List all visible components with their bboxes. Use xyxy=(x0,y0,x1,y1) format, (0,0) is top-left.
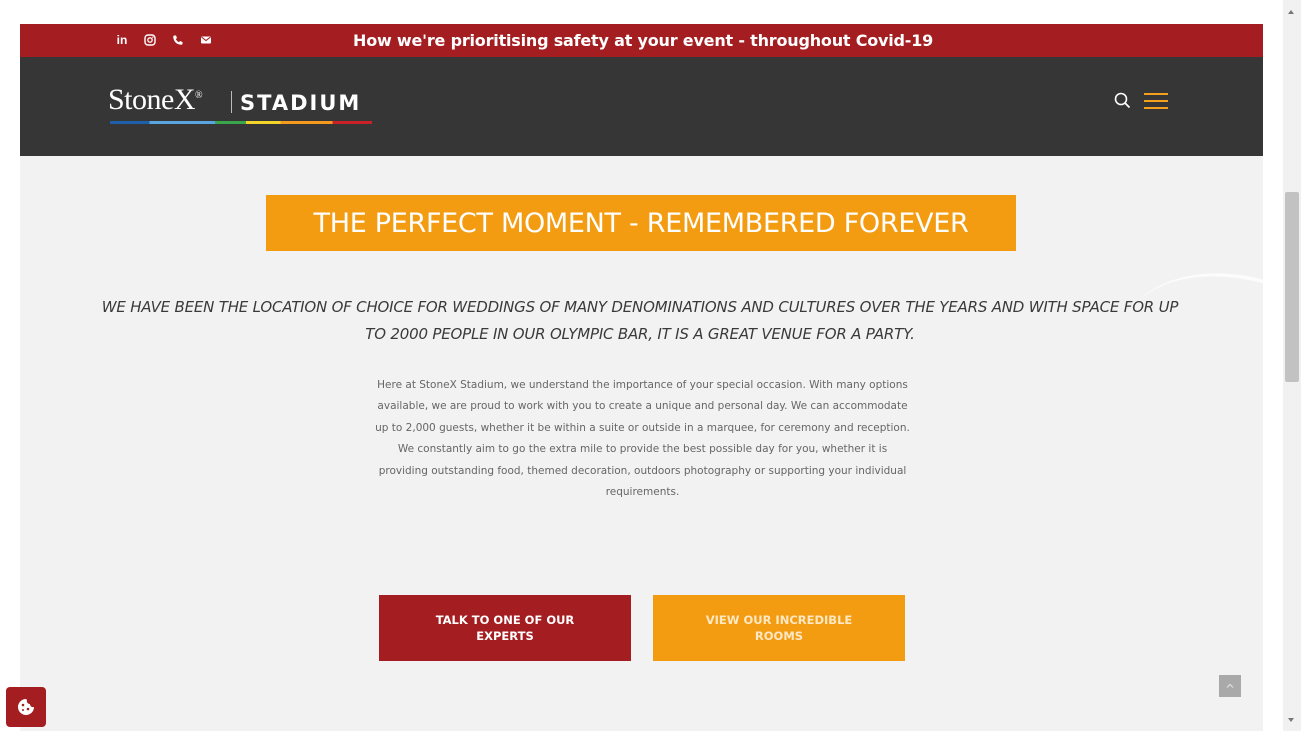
top-announcement-bar: in How we're prioritising safety at your… xyxy=(20,24,1263,57)
social-links: in xyxy=(114,32,214,48)
logo-color-stripe xyxy=(110,121,372,124)
logo-wordmark: StoneX® xyxy=(108,83,203,117)
cookie-icon xyxy=(18,699,34,715)
search-icon[interactable] xyxy=(1113,91,1133,111)
email-icon[interactable] xyxy=(198,32,214,48)
scroll-up-arrow[interactable] xyxy=(1288,10,1294,14)
logo-main-text: StoneX xyxy=(108,83,196,116)
talk-to-expert-label: TALK TO ONE OF OUR EXPERTS xyxy=(435,613,575,643)
hero-body-text: Here at StoneX Stadium, we understand th… xyxy=(375,379,910,499)
logo-registered-mark: ® xyxy=(195,90,203,101)
talk-to-expert-button[interactable]: TALK TO ONE OF OUR EXPERTS xyxy=(379,595,631,661)
view-rooms-label: VIEW OUR INCREDIBLE ROOMS xyxy=(705,613,853,643)
covid-safety-link[interactable]: How we're prioritising safety at your ev… xyxy=(353,31,933,50)
logo-divider xyxy=(231,91,232,113)
linkedin-icon[interactable]: in xyxy=(114,32,130,48)
phone-icon[interactable] xyxy=(170,32,186,48)
scrollbar-thumb[interactable] xyxy=(1285,192,1299,382)
scroll-down-arrow[interactable] xyxy=(1288,718,1294,722)
hero-title-banner: THE PERFECT MOMENT - REMEMBERED FOREVER xyxy=(266,195,1016,251)
back-to-top-button[interactable] xyxy=(1219,675,1241,697)
view-rooms-button[interactable]: VIEW OUR INCREDIBLE ROOMS xyxy=(653,595,905,661)
cookie-settings-button[interactable] xyxy=(6,687,46,727)
instagram-icon[interactable] xyxy=(142,32,158,48)
page: in How we're prioritising safety at your… xyxy=(20,24,1263,731)
hamburger-menu-icon[interactable] xyxy=(1144,93,1168,111)
logo-stadium-text: STADIUM xyxy=(240,91,362,115)
site-header: StoneX® STADIUM xyxy=(20,57,1263,156)
chevron-up-icon xyxy=(1226,683,1234,688)
hero-title: THE PERFECT MOMENT - REMEMBERED FOREVER xyxy=(313,207,969,239)
hero-intro: WE HAVE BEEN THE LOCATION OF CHOICE FOR … xyxy=(101,298,1179,343)
linkedin-label: in xyxy=(116,33,128,47)
page-scrollbar[interactable] xyxy=(1283,0,1301,731)
decorative-curve xyxy=(1081,229,1263,539)
